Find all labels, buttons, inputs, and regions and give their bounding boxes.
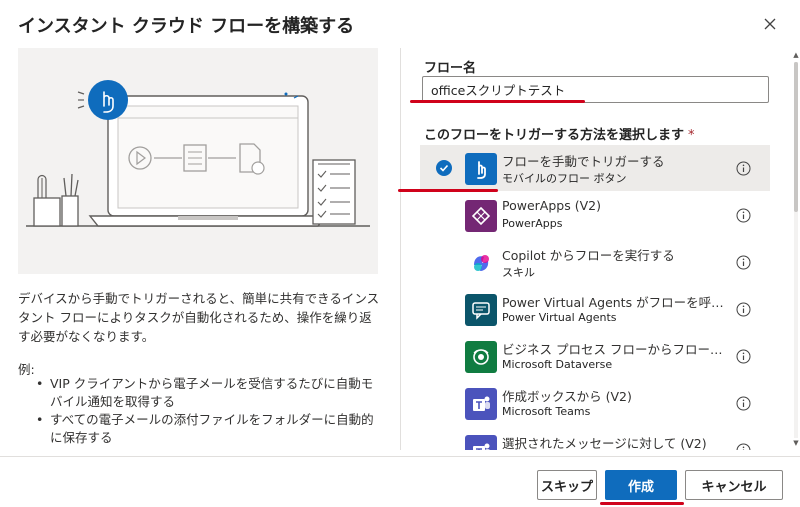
examples-label: 例: (18, 362, 35, 377)
trigger-option-virtual-agents[interactable]: Power Virtual Agents がフローを呼び出したとき Power … (420, 286, 770, 332)
info-icon[interactable] (736, 396, 751, 411)
virtual-agents-icon (465, 294, 497, 326)
flow-name-label: フロー名 (424, 61, 477, 76)
info-icon[interactable] (736, 255, 751, 270)
scroll-up-icon[interactable]: ▲ (792, 50, 800, 60)
footer-divider (0, 456, 800, 457)
trigger-option-manual[interactable]: フローを手動でトリガーする モバイルのフロー ボタン (420, 145, 770, 191)
annotation-underline (398, 189, 498, 192)
scrollbar[interactable]: ▲ ▼ (792, 48, 800, 450)
trigger-subtitle: Microsoft Teams (502, 405, 591, 418)
trigger-title: PowerApps (V2) (502, 198, 601, 213)
skip-button[interactable]: スキップ (537, 470, 597, 500)
trigger-option-teams-compose[interactable]: 作成ボックスから (V2) Microsoft Teams (420, 380, 770, 426)
dialog-title: インスタント クラウド フローを構築する (18, 16, 355, 37)
info-icon[interactable] (736, 161, 751, 176)
trigger-subtitle: PowerApps (502, 217, 563, 230)
info-icon[interactable] (736, 208, 751, 223)
powerapps-icon (465, 200, 497, 232)
trigger-title: 選択されたメッセージに対して (V2) (502, 436, 707, 450)
trigger-select-label: このフローをトリガーする方法を選択します * (424, 124, 695, 143)
example-item: すべての電子メールの添付ファイルをフォルダーに自動的に保存する (36, 411, 382, 447)
trigger-select-label-text: このフローをトリガーする方法を選択します (424, 128, 685, 143)
trigger-option-teams-message[interactable]: 選択されたメッセージに対して (V2) (420, 427, 770, 450)
instant-flow-illustration (18, 48, 378, 274)
trigger-title: Copilot からフローを実行する (502, 248, 675, 263)
trigger-subtitle: モバイルのフロー ボタン (502, 172, 627, 185)
info-icon[interactable] (736, 302, 751, 317)
touch-icon (465, 153, 497, 185)
scroll-down-icon[interactable]: ▼ (792, 438, 800, 448)
trigger-title: ビジネス プロセス フローからフローを実行する (502, 342, 724, 357)
copilot-icon (465, 247, 497, 279)
trigger-option-copilot[interactable]: Copilot からフローを実行する スキル (420, 239, 770, 285)
dataverse-icon (465, 341, 497, 373)
panel-divider (400, 48, 401, 450)
trigger-title: Power Virtual Agents がフローを呼び出したとき (502, 295, 724, 310)
info-icon[interactable] (736, 349, 751, 364)
trigger-option-dataverse[interactable]: ビジネス プロセス フローからフローを実行する Microsoft Datave… (420, 333, 770, 379)
flow-description: デバイスから手動でトリガーされると、簡単に共有できるインスタント フローによりタ… (18, 291, 380, 344)
info-icon[interactable] (736, 443, 751, 450)
examples-list: VIP クライアントから電子メールを受信するたびに自動モバイル通知を取得する す… (36, 375, 382, 447)
trigger-subtitle: Microsoft Dataverse (502, 358, 613, 371)
trigger-option-powerapps[interactable]: PowerApps (V2) PowerApps (420, 192, 770, 238)
example-item: VIP クライアントから電子メールを受信するたびに自動モバイル通知を取得する (36, 375, 382, 411)
annotation-underline (410, 100, 585, 103)
flow-name-input[interactable] (422, 76, 769, 103)
annotation-underline (600, 502, 684, 505)
cancel-button[interactable]: キャンセル (685, 470, 783, 500)
scrollbar-thumb[interactable] (794, 62, 798, 212)
selected-check-icon (436, 160, 452, 176)
close-icon[interactable] (762, 16, 778, 32)
trigger-subtitle: Power Virtual Agents (502, 311, 617, 324)
create-button[interactable]: 作成 (605, 470, 677, 500)
required-mark: * (688, 128, 695, 143)
trigger-title: フローを手動でトリガーする (502, 154, 665, 169)
teams-icon (465, 435, 497, 450)
trigger-title: 作成ボックスから (V2) (502, 389, 632, 404)
teams-icon (465, 388, 497, 420)
trigger-subtitle: スキル (502, 266, 535, 279)
